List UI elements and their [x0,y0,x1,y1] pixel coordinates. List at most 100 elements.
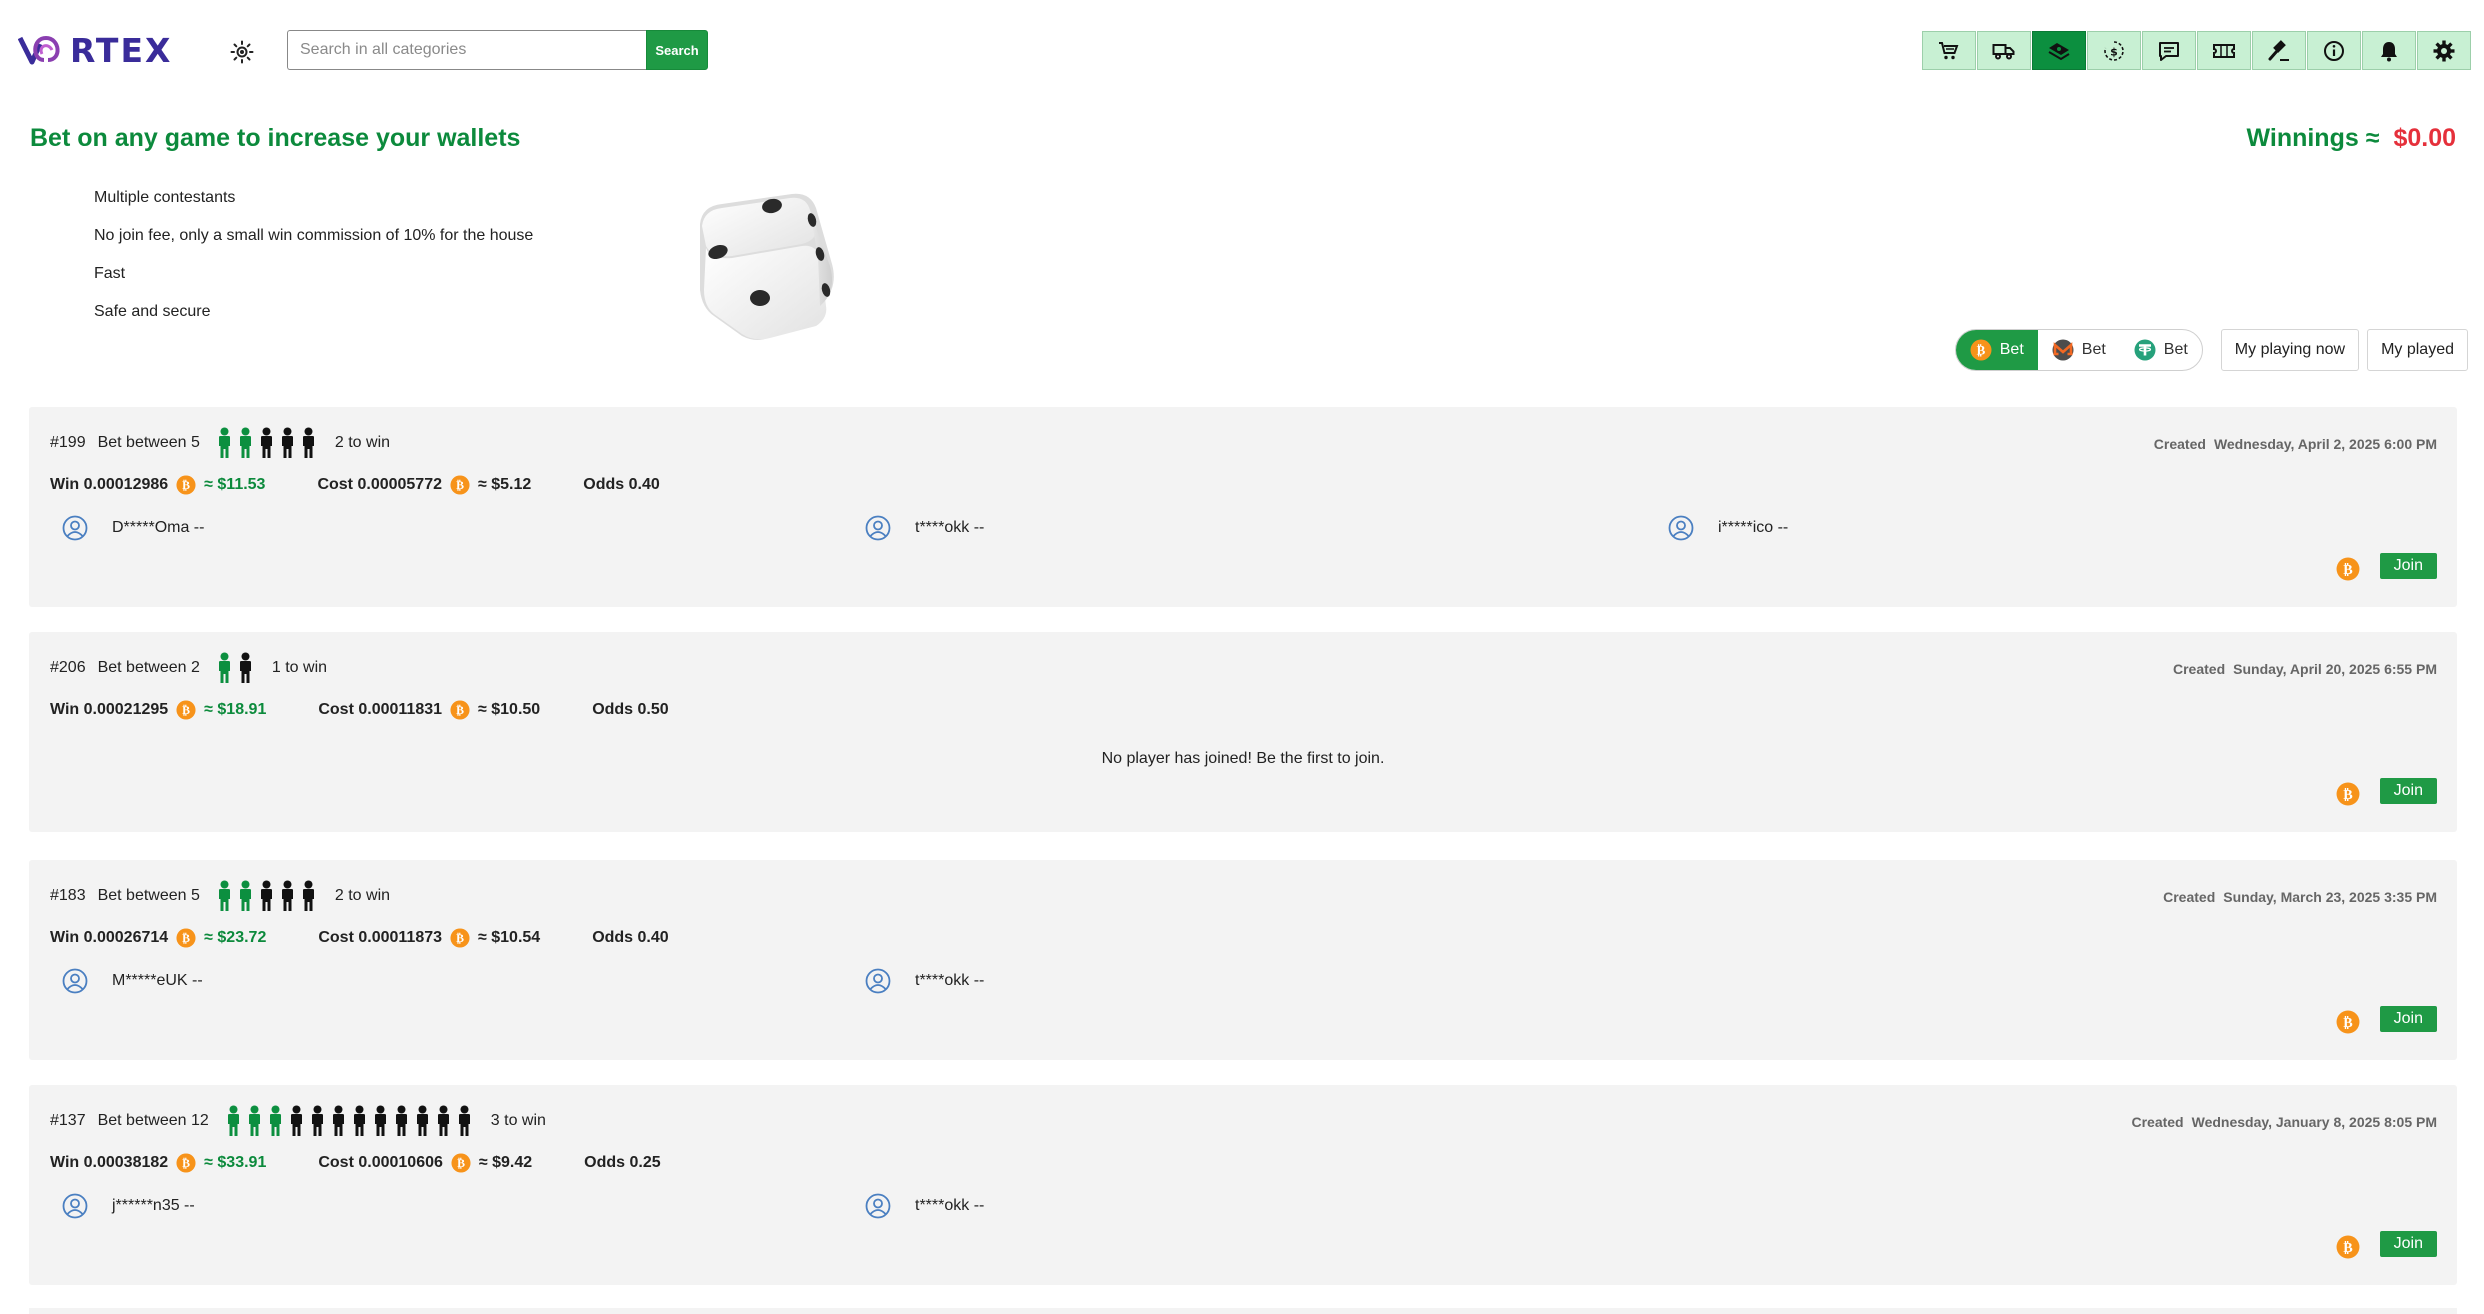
chat-icon[interactable] [2142,31,2196,70]
to-win: 2 to win [334,887,391,904]
bet-between: Bet between 12 [97,1112,209,1129]
odds: Odds 0.50 [592,701,669,718]
top-icon-bar: $ [1922,31,2472,70]
my-played-button[interactable]: My played [2367,329,2468,371]
player-person-icon [311,1105,323,1136]
player-person-icon [290,1105,302,1136]
join-button[interactable]: Join [2379,553,2437,579]
join-area: ₿ Join [2336,551,2437,581]
vortex-logo[interactable]: RTEX [18,28,172,72]
game-amounts: Win 0.00021295 ₿ ≈ $18.91 Cost 0.0001183… [50,700,669,720]
player-person-icon [281,427,293,458]
user-avatar-icon [1668,515,1694,541]
svg-text:₿: ₿ [456,703,464,717]
my-playing-now-button[interactable]: My playing now [2220,329,2360,371]
game-id: #199 [50,434,86,451]
game-card: #206 Bet between 2 1 to win Created Sunda… [29,632,2457,832]
player-entry: i*****ico -- [1668,515,1788,541]
join-button[interactable]: Join [2379,1006,2437,1032]
winner-person-icon [218,652,230,683]
svg-text:₿: ₿ [182,931,190,945]
coin-tabs: ₿ Bet Bet Bet [1954,329,2203,371]
cart-icon[interactable] [1922,31,1976,70]
win-usd: ≈ $33.91 [204,1154,267,1171]
bet-filters: ₿ Bet Bet Bet My playing now My played [1954,329,2468,371]
game-card: #137 Bet between 12 3 to win Created Wedn… [29,1085,2457,1285]
game-id: #183 [50,887,86,904]
created-info: Created Sunday, April 20, 2025 6:55 PM [2173,661,2437,677]
player-name: M*****eUK -- [112,972,203,989]
contestants-icons [214,427,319,459]
bitcoin-icon: ₿ [1970,339,1992,361]
win-label: Win [50,476,80,493]
player-entry: D*****Oma -- [62,515,204,541]
game-header: #206 Bet between 2 1 to win [50,652,327,684]
info-icon[interactable] [2307,31,2361,70]
cost-btc: 0.00010606 [358,1154,443,1171]
gear-icon[interactable] [2417,31,2471,70]
join-button[interactable]: Join [2379,778,2437,804]
bet-between: Bet between 5 [97,887,200,904]
player-name: j******n35 -- [112,1197,195,1214]
contestants-icons [223,1105,475,1137]
winner-person-icon [239,880,251,911]
coin-tab-label: Bet [2163,341,2188,358]
created-label: Created [2172,661,2226,677]
feature-item: Fast [94,265,126,282]
bitcoin-icon: ₿ [450,928,470,948]
search-input[interactable] [287,30,646,70]
player-person-icon [458,1105,470,1136]
feature-list: Multiple contestants No join fee, only a… [94,186,533,338]
cost-btc: 0.00011831 [358,701,443,718]
winnings-amount: $0.00 [2393,124,2456,152]
player-person-icon [239,652,251,683]
to-win: 1 to win [271,659,328,676]
bet-between: Bet between 5 [97,434,200,451]
cost-label: Cost [318,1154,354,1171]
bitcoin-icon: ₿ [451,1153,471,1173]
game-header: #199 Bet between 5 2 to win [50,427,390,459]
created-date: Wednesday, January 8, 2025 8:05 PM [2191,1114,2437,1130]
no-player-message: No player has joined! Be the first to jo… [1101,750,1385,767]
gavel-icon[interactable] [2252,31,2306,70]
created-info: Created Wednesday, April 2, 2025 6:00 PM [2154,436,2437,452]
tab-tether-bet[interactable]: Bet [2120,330,2202,370]
bitcoin-icon: ₿ [176,1153,196,1173]
tab-monero-bet[interactable]: Bet [2038,330,2120,370]
theme-toggle-sun-icon[interactable] [230,40,254,64]
search-button[interactable]: Search [646,30,708,70]
player-entry: j******n35 -- [62,1193,195,1219]
game-amounts: Win 0.00012986 ₿ ≈ $11.53 Cost 0.0000577… [50,475,660,495]
player-name: D*****Oma -- [112,519,205,536]
svg-text:₿: ₿ [456,478,464,492]
player-entry: t****okk -- [865,968,984,994]
join-button[interactable]: Join [2379,1231,2437,1257]
created-info: Created Sunday, March 23, 2025 3:35 PM [2163,889,2437,905]
cost-btc: 0.00005772 [357,476,442,493]
svg-text:₿: ₿ [182,478,190,492]
cost-label: Cost [317,476,354,493]
win-usd: ≈ $18.91 [204,701,267,718]
svg-text:₿: ₿ [1976,344,1985,359]
tab-bitcoin-bet[interactable]: ₿ Bet [1955,330,2038,370]
bitcoin-icon: ₿ [176,700,196,720]
feature-item: Multiple contestants [94,189,236,206]
win-btc: 0.00021295 [83,701,169,718]
win-usd: ≈ $11.53 [204,476,266,493]
ticket-icon[interactable] [2197,31,2251,70]
svg-text:₿: ₿ [2343,787,2353,803]
win-label: Win [50,701,80,718]
exchange-icon[interactable]: $ [2087,31,2141,70]
truck-icon[interactable] [1977,31,2031,70]
bitcoin-icon: ₿ [2336,782,2360,806]
player-person-icon [260,880,272,911]
tether-icon [2134,339,2156,361]
odds: Odds 0.40 [592,929,669,946]
money-icon[interactable] [2032,31,2086,70]
created-label: Created [2153,436,2206,452]
player-entry: t****okk -- [865,1193,984,1219]
bell-icon[interactable] [2362,31,2416,70]
win-btc: 0.00026714 [83,929,169,946]
game-id: #206 [50,659,86,676]
player-person-icon [260,427,272,458]
